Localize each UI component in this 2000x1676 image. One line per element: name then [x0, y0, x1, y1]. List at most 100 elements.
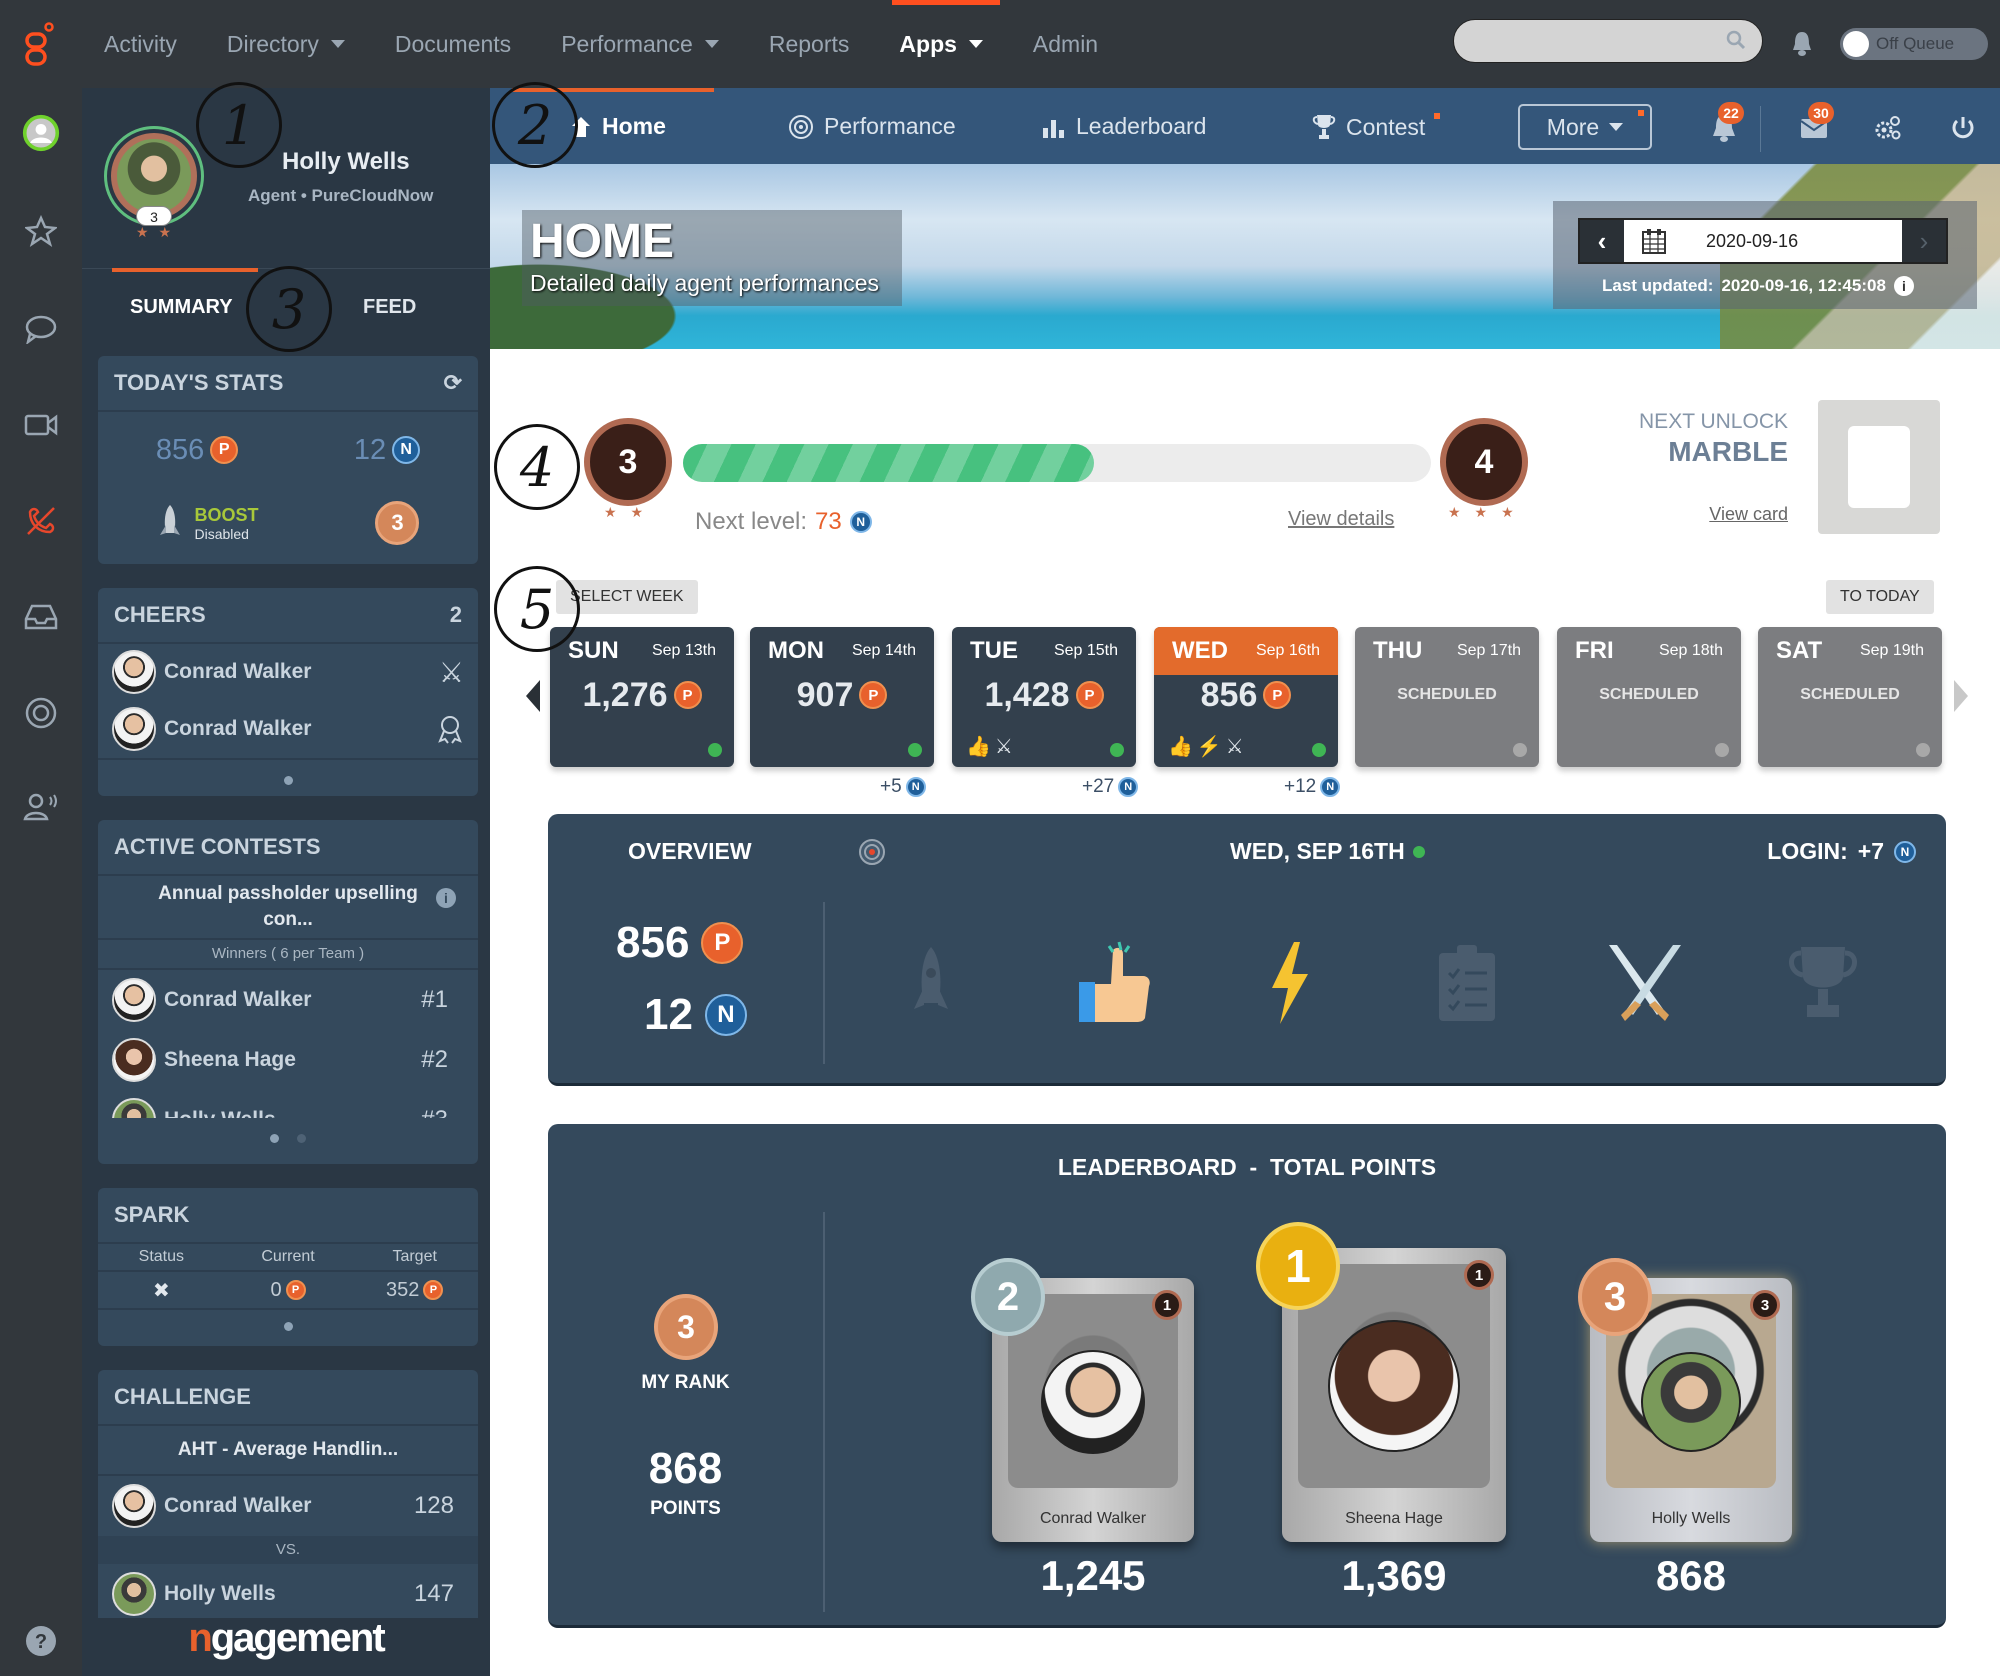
task-clipboard-icon	[1422, 938, 1512, 1028]
search-input[interactable]	[1453, 19, 1763, 63]
points-coin-icon: P	[210, 436, 239, 464]
next-day-button[interactable]: ›	[1902, 220, 1946, 262]
cheers-panel: CHEERS 2 Conrad Walker ⚔ Conrad Walker	[98, 588, 478, 796]
lifebuoy-icon[interactable]	[22, 694, 60, 732]
chat-icon[interactable]	[22, 310, 60, 348]
challenge-name[interactable]: AHT - Average Handlin...	[98, 1426, 478, 1476]
star-icon[interactable]	[22, 212, 60, 250]
genesys-logo-icon[interactable]	[22, 22, 56, 68]
target-number: 352	[385, 1278, 420, 1301]
previous-day-button[interactable]: ‹	[1580, 220, 1624, 262]
level-stars: ★★★	[1448, 504, 1528, 520]
nav-performance[interactable]: Performance	[561, 31, 719, 58]
page-dot[interactable]	[283, 775, 293, 785]
inbox-icon[interactable]	[22, 598, 60, 636]
nav-label: Directory	[226, 30, 319, 57]
nav-documents[interactable]: Documents	[395, 31, 511, 58]
tab-home[interactable]: Home	[570, 113, 666, 140]
list-item[interactable]: Conrad Walker	[98, 700, 478, 760]
challenge-panel: CHALLENGE AHT - Average Handlin... Conra…	[98, 1370, 478, 1618]
day-card-thu[interactable]: THU Sep 17th SCHEDULED	[1355, 627, 1539, 767]
list-item[interactable]: Holly Wells 147	[98, 1564, 478, 1618]
list-item[interactable]: Sheena Hage #2	[98, 1030, 478, 1090]
help-icon[interactable]: ?	[22, 1622, 60, 1660]
queue-toggle[interactable]: Off Queue	[1840, 28, 1988, 60]
player-score: 147	[413, 1580, 454, 1607]
settings-gears-icon[interactable]	[1874, 114, 1902, 142]
queue-status-label: Off Queue	[1876, 34, 1955, 53]
online-status-dot	[1412, 845, 1425, 858]
boost-label: BOOST	[194, 504, 259, 525]
level-progress-bar	[683, 444, 1431, 482]
video-icon[interactable]	[22, 406, 60, 444]
search-icon[interactable]	[1726, 30, 1746, 50]
info-icon[interactable]: i	[436, 888, 456, 908]
previous-week-arrow[interactable]	[526, 680, 540, 712]
power-icon[interactable]	[1950, 114, 1976, 142]
voice-user-icon[interactable]	[22, 788, 60, 826]
view-details-link[interactable]: View details	[1288, 508, 1394, 531]
points-value: 856	[155, 433, 205, 466]
day-name: MON	[768, 637, 824, 664]
overview-coins: 12 N	[644, 990, 747, 1040]
day-card-sat[interactable]: SAT Sep 19th SCHEDULED	[1758, 627, 1942, 767]
contest-name-row[interactable]: Annual passholder upselling con... i	[98, 876, 478, 940]
phone-off-icon[interactable]	[22, 502, 60, 540]
marble-card-preview[interactable]	[1818, 400, 1940, 534]
tab-performance[interactable]: Performance	[788, 113, 956, 140]
logo-text: gagement	[210, 1616, 386, 1660]
column-header: Current	[261, 1248, 315, 1265]
notification-bell-icon[interactable]	[1790, 30, 1814, 58]
points-coin-icon: P	[1263, 681, 1292, 709]
player-level-badge: 3	[1750, 1290, 1780, 1320]
nav-activity[interactable]: Activity	[104, 31, 177, 58]
day-name: FRI	[1575, 637, 1614, 664]
to-today-button[interactable]: TO TODAY	[1826, 580, 1934, 614]
day-card-tue[interactable]: TUE Sep 15th 1,428 P 👍⚔	[952, 627, 1136, 767]
list-item[interactable]: Conrad Walker ⚔	[98, 644, 478, 700]
toggle-knob	[1843, 31, 1869, 57]
nav-apps[interactable]: Apps	[899, 31, 983, 58]
nav-admin[interactable]: Admin	[1033, 31, 1098, 58]
day-coin-bonus: +5 N	[880, 776, 926, 798]
nav-directory[interactable]: Directory	[227, 31, 345, 58]
day-card-mon[interactable]: MON Sep 14th 907 P	[750, 627, 934, 767]
day-card-wed[interactable]: WED Sep 16th 856 P 👍⚡⚔	[1154, 627, 1338, 767]
day-bonus-value: +5	[880, 776, 902, 797]
day-card-sun[interactable]: SUN Sep 13th 1,276 P	[550, 627, 734, 767]
presence-avatar[interactable]	[22, 114, 60, 152]
day-card-fri[interactable]: FRI Sep 18th SCHEDULED	[1557, 627, 1741, 767]
day-name: WED	[1172, 637, 1228, 664]
challenge-swords-icon	[1600, 938, 1690, 1028]
player-name: Conrad Walker	[164, 1494, 312, 1517]
profile-level-badge: 3	[136, 206, 172, 226]
info-icon[interactable]: i	[1893, 276, 1914, 296]
more-menu-button[interactable]: More	[1518, 104, 1652, 150]
view-card-link[interactable]: View card	[1688, 504, 1788, 525]
tab-leaderboard[interactable]: Leaderboard	[1042, 113, 1206, 140]
todays-stats-panel: TODAY'S STATS ⟳ 856 P 12 N BOOST Disable…	[98, 356, 478, 564]
contest-trophy-icon	[1778, 938, 1868, 1028]
trophy-icon	[1312, 115, 1336, 139]
page-dot[interactable]	[270, 1133, 279, 1143]
leaderboard-panel: LEADERBOARD - TOTAL POINTS 3 MY RANK 868…	[548, 1124, 1946, 1628]
target-icon[interactable]	[858, 838, 886, 866]
day-name: THU	[1373, 637, 1423, 664]
tab-summary[interactable]: SUMMARY	[130, 296, 233, 319]
day-points-value: 1,428	[984, 675, 1070, 714]
list-item[interactable]: Conrad Walker #1	[98, 970, 478, 1030]
column-header: Status	[138, 1248, 185, 1265]
date-input[interactable]: 2020-09-16	[1624, 220, 1902, 262]
tab-contest[interactable]: Contest	[1312, 113, 1425, 141]
page-dot[interactable]	[297, 1133, 306, 1143]
page-dot[interactable]	[283, 1321, 293, 1331]
tab-feed[interactable]: FEED	[363, 296, 416, 319]
tab-label: Contest	[1346, 113, 1426, 140]
next-week-arrow[interactable]	[1954, 680, 1968, 712]
list-item[interactable]: Conrad Walker 128	[98, 1476, 478, 1536]
day-bonus-value: +27	[1082, 776, 1115, 797]
list-item[interactable]: Holly Wells #3	[98, 1090, 478, 1118]
refresh-icon[interactable]: ⟳	[444, 370, 462, 396]
level-stars: ★★	[604, 504, 658, 520]
nav-reports[interactable]: Reports	[769, 31, 850, 58]
